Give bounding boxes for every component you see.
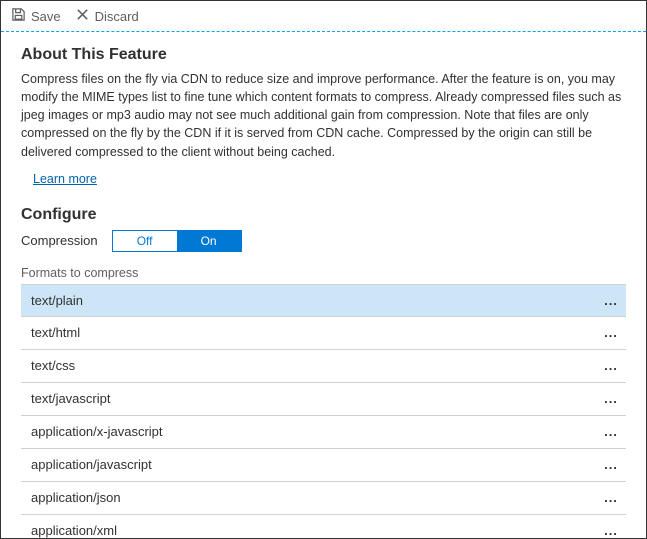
format-row-menu[interactable]: ... xyxy=(596,457,626,472)
format-value: text/html xyxy=(21,325,596,340)
format-row[interactable]: application/x-javascript... xyxy=(21,416,626,449)
format-row-menu[interactable]: ... xyxy=(596,325,626,340)
format-value: application/javascript xyxy=(21,457,596,472)
command-bar: Save Discard xyxy=(1,1,646,32)
compression-row: Compression Off On xyxy=(21,230,626,252)
compression-label: Compression xyxy=(21,233,98,248)
settings-pane: Save Discard About This Feature Compress… xyxy=(0,0,647,539)
format-value: application/xml xyxy=(21,523,596,538)
format-row-menu[interactable]: ... xyxy=(596,490,626,505)
format-row[interactable]: text/plain... xyxy=(21,284,626,317)
format-row-menu[interactable]: ... xyxy=(596,358,626,373)
content-area: About This Feature Compress files on the… xyxy=(1,32,646,538)
format-row-menu[interactable]: ... xyxy=(596,293,626,308)
format-row-menu[interactable]: ... xyxy=(596,391,626,406)
compression-toggle[interactable]: Off On xyxy=(112,230,242,252)
format-row[interactable]: text/css... xyxy=(21,350,626,383)
format-value: application/x-javascript xyxy=(21,424,596,439)
toggle-on[interactable]: On xyxy=(177,231,241,251)
about-description: Compress files on the fly via CDN to red… xyxy=(21,70,626,161)
format-value: application/json xyxy=(21,490,596,505)
configure-heading: Configure xyxy=(21,206,626,224)
format-row-menu[interactable]: ... xyxy=(596,523,626,538)
format-value: text/plain xyxy=(21,293,596,308)
learn-more-link[interactable]: Learn more xyxy=(33,172,97,186)
discard-button[interactable]: Discard xyxy=(75,7,139,25)
format-row[interactable]: text/javascript... xyxy=(21,383,626,416)
format-row[interactable]: application/javascript... xyxy=(21,449,626,482)
format-row[interactable]: application/xml... xyxy=(21,515,626,538)
format-row[interactable]: text/html... xyxy=(21,317,626,350)
discard-label: Discard xyxy=(95,9,139,24)
about-heading: About This Feature xyxy=(21,46,626,64)
save-label: Save xyxy=(31,9,61,24)
toggle-off[interactable]: Off xyxy=(113,231,177,251)
discard-icon xyxy=(75,7,90,25)
format-value: text/javascript xyxy=(21,391,596,406)
formats-list: text/plain...text/html...text/css...text… xyxy=(21,284,626,538)
save-button[interactable]: Save xyxy=(11,7,61,25)
formats-label: Formats to compress xyxy=(21,266,626,280)
format-row[interactable]: application/json... xyxy=(21,482,626,515)
format-row-menu[interactable]: ... xyxy=(596,424,626,439)
save-icon xyxy=(11,7,26,25)
format-value: text/css xyxy=(21,358,596,373)
